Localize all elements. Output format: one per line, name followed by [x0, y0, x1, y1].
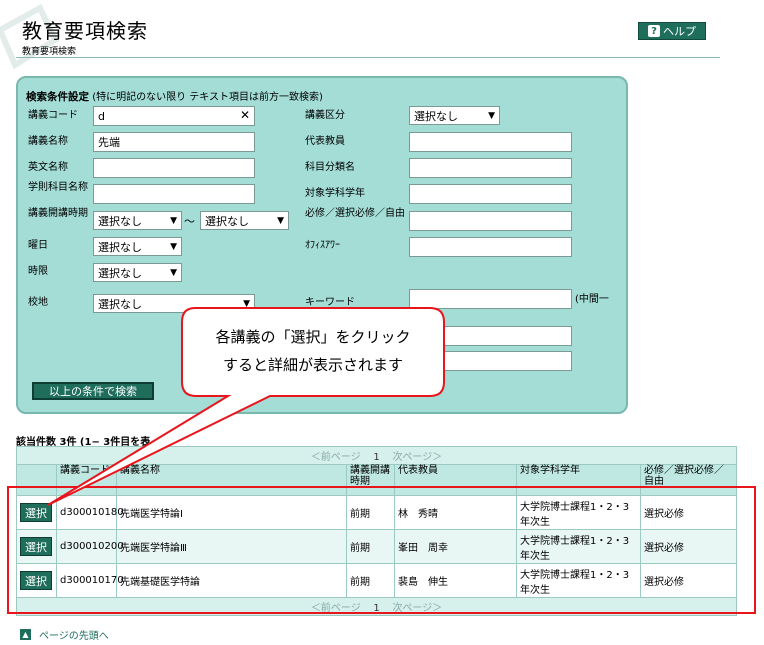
page-top-label: ページの先頭へ: [39, 631, 109, 642]
callout-line-1: 各講義の「選択」をクリック: [215, 328, 410, 346]
page-top-link[interactable]: ▲ ページの先頭へ: [20, 627, 109, 642]
callout-bubble: 各講義の「選択」をクリック すると詳細が表示されます: [47, 307, 445, 506]
arrow-up-icon: ▲: [20, 629, 31, 640]
callout-line-2: すると詳細が表示されます: [223, 356, 403, 374]
